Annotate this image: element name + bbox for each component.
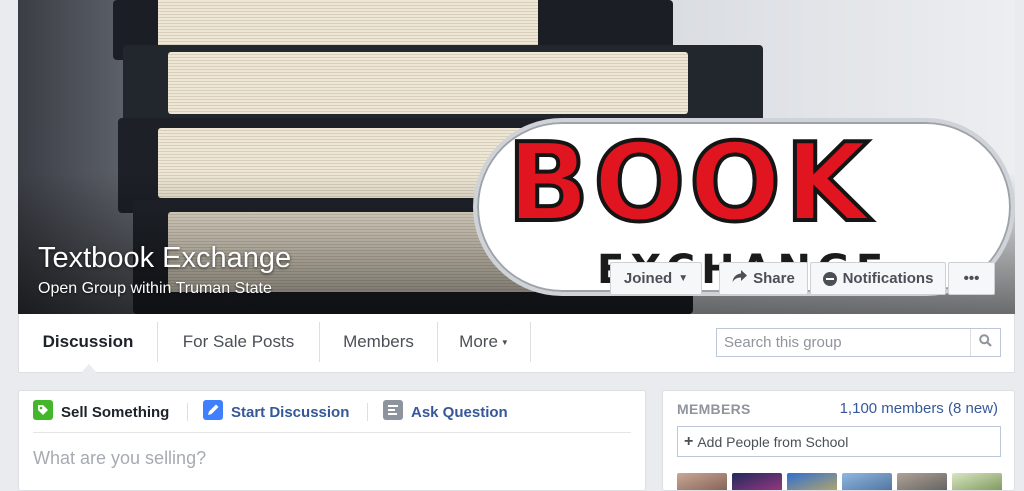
search-input[interactable] (717, 329, 971, 356)
plus-icon: + (684, 432, 694, 450)
tab-label: More (459, 332, 498, 351)
tab-more[interactable]: More ▼ (438, 322, 530, 362)
book-pages-2 (168, 52, 688, 114)
group-search-box (716, 328, 1001, 357)
share-button[interactable]: Share (719, 262, 808, 295)
post-composer: Sell Something Start Discussion Ask Ques… (18, 390, 646, 491)
tab-discussion[interactable]: Discussion (19, 322, 157, 362)
member-avatar[interactable] (787, 473, 837, 490)
pencil-icon (203, 400, 223, 424)
member-avatar[interactable] (842, 473, 892, 490)
members-panel: MEMBERS 1,100 members (8 new) + (662, 390, 1015, 491)
logo-word: BOOK (505, 121, 873, 246)
composer-divider (367, 403, 368, 421)
notifications-label: Notifications (842, 270, 934, 287)
more-options-button[interactable]: ••• (948, 262, 995, 295)
notifications-button[interactable]: Notifications (810, 262, 946, 295)
group-nav-bar: Discussion For Sale Posts Members More ▼ (18, 314, 1015, 373)
members-count-link[interactable]: 1,100 members (8 new) (840, 400, 998, 417)
joined-label: Joined (623, 270, 673, 287)
ask-question-label: Ask Question (411, 403, 508, 421)
group-subtitle: Open Group within Truman State (38, 280, 272, 297)
composer-divider (187, 403, 188, 421)
chevron-down-icon: ▼ (500, 337, 509, 347)
search-button[interactable] (970, 329, 1000, 356)
member-avatar[interactable] (732, 473, 782, 490)
joined-button[interactable]: Joined ▼ (610, 262, 702, 295)
member-thumbnails (677, 473, 1002, 490)
tab-members[interactable]: Members (320, 322, 437, 362)
sell-tag-icon (33, 400, 53, 424)
minus-circle-icon (822, 271, 837, 286)
ask-question-tab[interactable]: Ask Question (383, 400, 508, 424)
add-people-field: + (677, 426, 1001, 457)
sell-something-tab[interactable]: Sell Something (33, 400, 170, 424)
tab-label: Members (343, 332, 414, 351)
question-icon (383, 400, 403, 424)
member-avatar[interactable] (677, 473, 727, 490)
tab-for-sale-posts[interactable]: For Sale Posts (158, 322, 319, 362)
tab-label: For Sale Posts (182, 332, 295, 351)
start-discussion-tab[interactable]: Start Discussion (203, 400, 350, 424)
nav-divider (530, 322, 531, 362)
active-tab-pointer (81, 364, 97, 373)
share-label: Share (753, 270, 795, 287)
member-avatar[interactable] (952, 473, 1002, 490)
chevron-down-icon: ▼ (678, 273, 689, 284)
tab-label: Discussion (42, 332, 134, 351)
members-heading: MEMBERS (677, 401, 751, 417)
add-people-input[interactable] (697, 433, 988, 450)
share-icon (732, 270, 748, 287)
composer-input[interactable] (33, 443, 631, 473)
sell-something-label: Sell Something (61, 403, 170, 421)
start-discussion-label: Start Discussion (231, 403, 350, 421)
member-avatar[interactable] (897, 473, 947, 490)
search-icon (979, 333, 992, 352)
group-title: Textbook Exchange (38, 242, 292, 274)
composer-divider-line (33, 432, 631, 433)
ellipsis-icon: ••• (963, 270, 980, 287)
